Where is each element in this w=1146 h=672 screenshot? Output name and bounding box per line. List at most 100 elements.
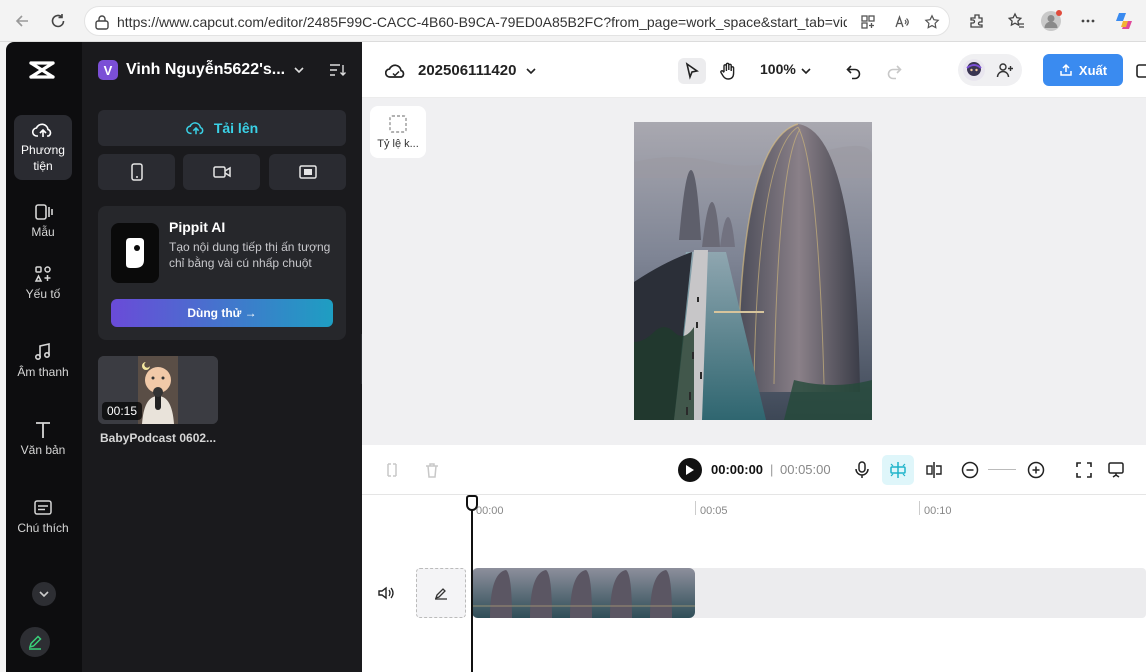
panel-toggle-icon[interactable]	[1134, 58, 1146, 84]
chevron-down-icon	[39, 591, 49, 598]
play-icon	[686, 465, 694, 475]
favorite-star-icon[interactable]	[923, 13, 941, 31]
back-arrow-icon[interactable]	[10, 9, 34, 33]
editor-topbar: 202506111420 100% Xuất	[362, 42, 1146, 98]
cloud-sync-icon[interactable]	[382, 58, 410, 84]
phone-icon	[130, 163, 143, 181]
profile-avatar-icon[interactable]	[1039, 9, 1063, 33]
video-clip[interactable]	[472, 568, 695, 618]
delete-trash-icon[interactable]	[420, 458, 444, 482]
apps-icon[interactable]	[859, 13, 877, 31]
site-info-icon[interactable]	[93, 13, 111, 31]
media-duration: 00:15	[102, 402, 143, 420]
media-panel: V Vinh Nguyễn5622's... Tải lên Pippit AI…	[82, 42, 362, 672]
aspect-ratio-button[interactable]: Tỷ lệ k...	[370, 106, 426, 158]
rail-item-label: Yếu tố	[25, 287, 61, 301]
split-clip-icon[interactable]	[380, 458, 404, 482]
playhead-handle[interactable]	[466, 495, 478, 511]
split-align-icon[interactable]	[922, 458, 946, 482]
workspace-avatar: V	[98, 60, 118, 80]
zoom-level[interactable]: 100%	[760, 61, 796, 77]
sort-icon[interactable]	[328, 62, 346, 78]
rail-item-label: Mẫu	[31, 225, 55, 239]
capcut-editor-window: https://www.capcut.com/editor/2485F99C-C…	[0, 0, 1146, 672]
rail-more-button[interactable]	[32, 582, 56, 606]
pippit-title: Pippit AI	[169, 219, 226, 235]
rail-item-audio[interactable]: Âm thanh	[14, 337, 72, 386]
cursor-arrow-icon	[685, 62, 699, 80]
hand-tool-button[interactable]	[714, 58, 742, 84]
rail-item-elements[interactable]: Yếu tố	[14, 259, 72, 308]
text-icon	[36, 422, 50, 438]
collaboration-group	[958, 54, 1022, 86]
export-label: Xuất	[1078, 62, 1108, 78]
zoom-out-icon[interactable]	[958, 458, 982, 482]
zoom-chevron-down-icon[interactable]	[792, 58, 820, 84]
pippit-promo-card: Pippit AI Tạo nội dung tiếp thị ấn tượng…	[98, 206, 346, 340]
rail-item-media[interactable]: Phương tiện	[14, 115, 72, 180]
rail-item-templates[interactable]: Mẫu	[14, 197, 72, 246]
total-time: 00:05:00	[780, 462, 831, 477]
upload-button[interactable]: Tải lên	[98, 110, 346, 146]
add-user-icon[interactable]	[996, 62, 1014, 78]
export-upload-icon	[1060, 63, 1072, 76]
tick-mark	[919, 501, 920, 515]
pippit-logo-icon	[111, 223, 159, 283]
pippit-description: Tạo nội dung tiếp thị ấn tượng chỉ bằng …	[169, 240, 331, 270]
canvas-area[interactable]: Tỷ lệ k...	[362, 98, 1146, 445]
aspect-ratio-icon	[389, 115, 407, 133]
tick-mark	[695, 501, 696, 515]
project-menu-chevron-icon[interactable]	[517, 58, 545, 84]
capcut-logo-icon[interactable]	[28, 58, 56, 82]
record-screen-button[interactable]	[269, 154, 346, 190]
microphone-icon[interactable]	[850, 458, 874, 482]
track-mute-icon[interactable]	[376, 583, 396, 603]
record-camera-button[interactable]	[183, 154, 260, 190]
more-dots-icon[interactable]	[1076, 9, 1100, 33]
export-button[interactable]: Xuất	[1043, 54, 1123, 86]
elements-icon	[34, 266, 51, 282]
zoom-slider[interactable]	[988, 469, 1016, 470]
pencil-icon	[28, 635, 42, 650]
video-preview[interactable]	[634, 122, 872, 420]
user-avatar[interactable]	[962, 58, 986, 82]
favorites-icon[interactable]	[1004, 9, 1028, 33]
rail-item-captions[interactable]: Chú thích	[14, 493, 72, 542]
cover-edit-button[interactable]	[416, 568, 466, 618]
address-bar[interactable]: https://www.capcut.com/editor/2485F99C-C…	[84, 6, 950, 36]
template-icon	[35, 204, 53, 220]
preview-monitor-icon[interactable]	[1104, 458, 1128, 482]
copilot-icon[interactable]	[1112, 9, 1136, 33]
phone-upload-button[interactable]	[98, 154, 175, 190]
redo-icon[interactable]	[880, 58, 908, 84]
rail-item-text[interactable]: Văn bản	[14, 415, 72, 464]
rail-item-label: Văn bản	[20, 443, 66, 457]
clip-filmstrip-image	[472, 568, 695, 618]
undo-icon[interactable]	[840, 58, 868, 84]
reload-icon[interactable]	[46, 9, 70, 33]
rail-item-label: Âm thanh	[17, 365, 69, 379]
rail-item-label: Phương tiện	[21, 143, 65, 173]
pippit-try-button[interactable]: Dùng thử →	[111, 299, 333, 327]
url-text[interactable]: https://www.capcut.com/editor/2485F99C-C…	[117, 14, 847, 30]
hand-icon	[720, 62, 735, 80]
select-tool-button[interactable]	[678, 58, 706, 84]
fullscreen-icon[interactable]	[1072, 458, 1096, 482]
playhead-line[interactable]	[471, 495, 473, 672]
read-aloud-icon[interactable]	[893, 13, 911, 31]
tick-label: 00:00	[476, 505, 504, 517]
extensions-icon[interactable]	[965, 9, 989, 33]
timeline[interactable]: 00:00 00:05 00:10	[362, 495, 1146, 672]
cloud-upload-icon	[185, 122, 204, 135]
zoom-in-icon[interactable]	[1024, 458, 1048, 482]
play-button[interactable]	[678, 458, 702, 482]
project-name[interactable]: 202506111420	[418, 62, 516, 79]
media-item-thumbnail[interactable]: 00:15	[98, 356, 218, 424]
current-time: 00:00:00	[711, 462, 764, 477]
workspace-selector[interactable]: V Vinh Nguyễn5622's...	[98, 58, 346, 82]
snap-magnet-icon	[890, 462, 906, 478]
futuristic-city-canal-image	[634, 122, 872, 420]
auto-snap-button[interactable]	[882, 455, 914, 485]
media-item-name: BabyPodcast 0602...	[100, 431, 217, 445]
feedback-edit-button[interactable]	[20, 627, 50, 657]
